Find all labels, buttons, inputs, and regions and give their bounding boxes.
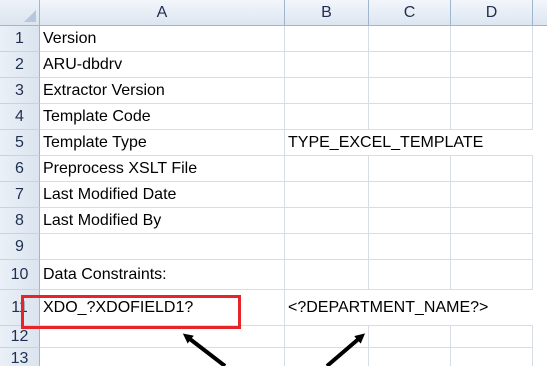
- arrow-to-xdo-field-icon: [182, 333, 227, 366]
- annotation-arrows: [182, 333, 366, 366]
- arrow-to-department-name-icon: [325, 333, 366, 366]
- spreadsheet: A B C D 1 Version 2 ARU-dbdrv 3 Extracto…: [0, 0, 547, 367]
